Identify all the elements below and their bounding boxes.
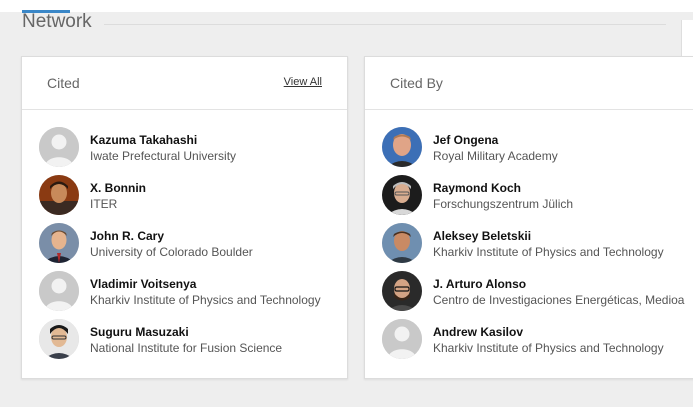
default-avatar-icon[interactable] xyxy=(39,271,79,311)
default-avatar-icon[interactable] xyxy=(39,127,79,167)
person-list-item[interactable]: John R. Cary University of Colorado Boul… xyxy=(39,223,347,265)
cited-card: Cited View All Kazuma Takahashi Iwate Pr… xyxy=(21,56,348,379)
person-photo-avatar[interactable] xyxy=(382,271,422,311)
person-affiliation: University of Colorado Boulder xyxy=(90,245,253,259)
person-name[interactable]: Aleksey Beletskii xyxy=(433,229,531,243)
person-name[interactable]: John R. Cary xyxy=(90,229,164,243)
person-name[interactable]: Kazuma Takahashi xyxy=(90,133,197,147)
person-affiliation: Kharkiv Institute of Physics and Technol… xyxy=(90,293,321,307)
person-list-item[interactable]: Andrew Kasilov Kharkiv Institute of Phys… xyxy=(382,319,693,361)
person-name[interactable]: J. Arturo Alonso xyxy=(433,277,526,291)
person-list-item[interactable]: Vladimir Voitsenya Kharkiv Institute of … xyxy=(39,271,347,313)
person-affiliation: National Institute for Fusion Science xyxy=(90,341,283,355)
person-name[interactable]: Vladimir Voitsenya xyxy=(90,277,196,291)
person-affiliation: Iwate Prefectural University xyxy=(90,149,237,163)
person-name[interactable]: Suguru Masuzaki xyxy=(90,325,189,339)
person-photo-avatar[interactable] xyxy=(39,175,79,215)
person-name[interactable]: Raymond Koch xyxy=(433,181,521,195)
person-affiliation: Centro de Investigaciones Energéticas, M… xyxy=(433,293,685,307)
person-name[interactable]: Andrew Kasilov xyxy=(433,325,523,339)
cited-by-card: Cited By Jef Ongena Royal Military Acade… xyxy=(364,56,693,379)
person-list-item[interactable]: Kazuma Takahashi Iwate Prefectural Unive… xyxy=(39,127,347,169)
section-title: Network xyxy=(22,11,92,32)
person-affiliation: Forschungszentrum Jülich xyxy=(433,197,574,211)
person-list-item[interactable]: X. Bonnin ITER xyxy=(39,175,347,217)
view-all-link[interactable]: View All xyxy=(284,76,322,88)
person-list-item[interactable]: Aleksey Beletskii Kharkiv Institute of P… xyxy=(382,223,693,265)
person-photo-avatar[interactable] xyxy=(382,223,422,263)
person-list-item[interactable]: Jef Ongena Royal Military Academy xyxy=(382,127,693,169)
cited-card-header: Cited View All xyxy=(22,57,347,110)
person-list-item[interactable]: J. Arturo Alonso Centro de Investigacion… xyxy=(382,271,693,313)
title-divider xyxy=(104,24,666,25)
top-bar xyxy=(0,0,693,12)
person-list-item[interactable]: Suguru Masuzaki National Institute for F… xyxy=(39,319,347,361)
cited-by-card-header: Cited By xyxy=(365,57,693,110)
person-photo-avatar[interactable] xyxy=(382,175,422,215)
default-avatar-icon[interactable] xyxy=(382,319,422,359)
cited-by-card-title: Cited By xyxy=(390,75,443,91)
person-affiliation: ITER xyxy=(90,197,118,211)
person-list-item[interactable]: Raymond Koch Forschungszentrum Jülich xyxy=(382,175,693,217)
person-photo-avatar[interactable] xyxy=(39,223,79,263)
person-affiliation: Kharkiv Institute of Physics and Technol… xyxy=(433,341,664,355)
cited-card-title: Cited xyxy=(47,75,80,91)
person-photo-avatar[interactable] xyxy=(39,319,79,359)
person-affiliation: Kharkiv Institute of Physics and Technol… xyxy=(433,245,664,259)
person-photo-avatar[interactable] xyxy=(382,127,422,167)
person-affiliation: Royal Military Academy xyxy=(433,149,558,163)
person-name[interactable]: X. Bonnin xyxy=(90,181,146,195)
person-name[interactable]: Jef Ongena xyxy=(433,133,498,147)
